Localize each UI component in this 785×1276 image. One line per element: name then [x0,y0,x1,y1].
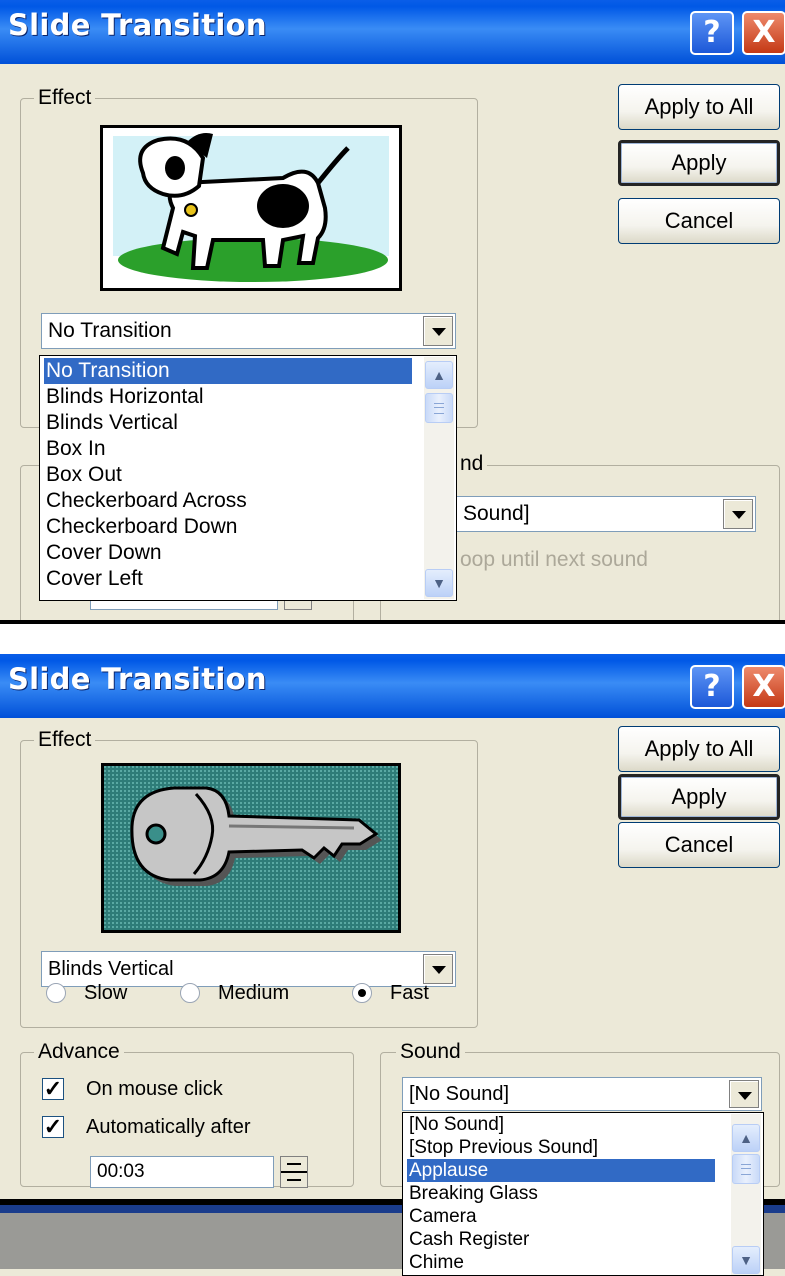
radio-circle-icon[interactable] [180,983,200,1003]
list-item[interactable]: Blinds Vertical [44,410,178,436]
sound-select[interactable]: [No Sound] [402,1077,762,1111]
chevron-down-icon[interactable] [423,316,453,346]
scroll-thumb[interactable] [425,393,453,423]
sound-dropdown-list[interactable]: [No Sound] [Stop Previous Sound] Applaus… [402,1112,764,1276]
sound-select[interactable]: Sound] [420,496,756,532]
spin-divider [281,1171,307,1173]
automatically-after-label: Automatically after [86,1115,251,1138]
close-button[interactable]: X [742,665,785,709]
dog-clipart-icon [103,128,399,288]
time-value: 00:03 [97,1161,145,1182]
sound-select-value: [No Sound] [409,1083,510,1105]
time-spinner[interactable] [280,1156,308,1188]
effect-label: Effect [34,86,96,110]
list-item[interactable]: Checkerboard Down [44,514,237,540]
effect-label: Effect [34,728,96,752]
radio-circle-icon[interactable] [46,983,66,1003]
list-item[interactable]: Cover Left [44,566,143,592]
effect-preview [100,125,402,291]
speed-slow-radio[interactable]: Slow [46,980,127,1006]
close-button[interactable]: X [742,11,785,55]
help-button[interactable]: ? [690,11,734,55]
effect-select-value: No Transition [48,319,172,342]
scroll-up-icon[interactable]: ▲ [425,361,453,389]
list-item[interactable]: [Stop Previous Sound] [407,1136,598,1159]
list-item[interactable]: [No Sound] [407,1113,504,1136]
separator-line [0,620,785,624]
scroll-up-icon[interactable]: ▲ [732,1124,760,1152]
sound-select-value: Sound] [463,502,530,525]
apply-to-all-button[interactable]: Apply to All [618,84,780,130]
dialog-title: Slide Transition [8,662,267,696]
list-item[interactable]: Cover Down [44,540,162,566]
on-mouse-click-label: On mouse click [86,1077,223,1100]
apply-button[interactable]: Apply [618,774,780,820]
speed-fast-radio[interactable]: Fast [352,980,429,1006]
title-bar[interactable]: Slide Transition ? X [0,654,785,718]
chevron-down-icon[interactable] [729,1080,759,1108]
radio-circle-icon[interactable] [352,983,372,1003]
time-field[interactable]: 00:03 [90,1156,274,1188]
sound-label: Sound [396,1040,465,1064]
checkmark-icon[interactable]: ✓ [42,1078,64,1100]
scroll-down-icon[interactable]: ▼ [732,1246,760,1274]
cancel-button[interactable]: Cancel [618,822,780,868]
speed-medium-label: Medium [218,981,290,1004]
list-item[interactable]: No Transition [44,358,412,384]
effect-select[interactable]: No Transition [41,313,456,349]
chevron-down-icon[interactable] [723,499,753,529]
help-button[interactable]: ? [690,665,734,709]
effect-preview [101,763,401,933]
key-clipart-icon [104,766,398,930]
dialog-title: Slide Transition [8,8,267,42]
scrollbar[interactable]: ▲ ▼ [424,357,454,599]
top-dialog: Slide Transition ? X Effect No Transitio… [0,0,785,620]
on-mouse-click-checkbox[interactable]: ✓ On mouse click [42,1076,223,1102]
speed-slow-label: Slow [84,981,128,1004]
cancel-button[interactable]: Cancel [618,198,780,244]
apply-button[interactable]: Apply [618,140,780,186]
list-item[interactable]: Checkerboard Across [44,488,247,514]
sound-label: nd [456,452,488,476]
list-item[interactable]: Cash Register [407,1228,529,1251]
advance-label: Advance [34,1040,124,1064]
checkmark-icon[interactable]: ✓ [42,1116,64,1138]
list-item[interactable]: Chime [407,1251,464,1274]
loop-checkbox-label: oop until next sound [460,548,648,571]
title-bar[interactable]: Slide Transition ? X [0,0,785,64]
scroll-down-icon[interactable]: ▼ [425,569,453,597]
list-item[interactable]: Box Out [44,462,122,488]
scroll-thumb[interactable] [732,1154,760,1184]
effect-dropdown-list[interactable]: No Transition Blinds Horizontal Blinds V… [39,355,457,601]
list-item[interactable]: Applause [407,1159,715,1182]
speed-medium-radio[interactable]: Medium [180,980,289,1006]
apply-to-all-button[interactable]: Apply to All [618,726,780,772]
list-item[interactable]: Breaking Glass [407,1182,538,1205]
scrollbar[interactable]: ▲ ▼ [731,1114,761,1275]
automatically-after-checkbox[interactable]: ✓ Automatically after [42,1114,251,1140]
list-item[interactable]: Camera [407,1205,477,1228]
speed-fast-label: Fast [390,981,429,1004]
list-item[interactable]: Box In [44,436,106,462]
bottom-dialog: Slide Transition ? X Effect Blinds Verti… [0,654,785,1276]
list-item[interactable]: Blinds Horizontal [44,384,204,410]
